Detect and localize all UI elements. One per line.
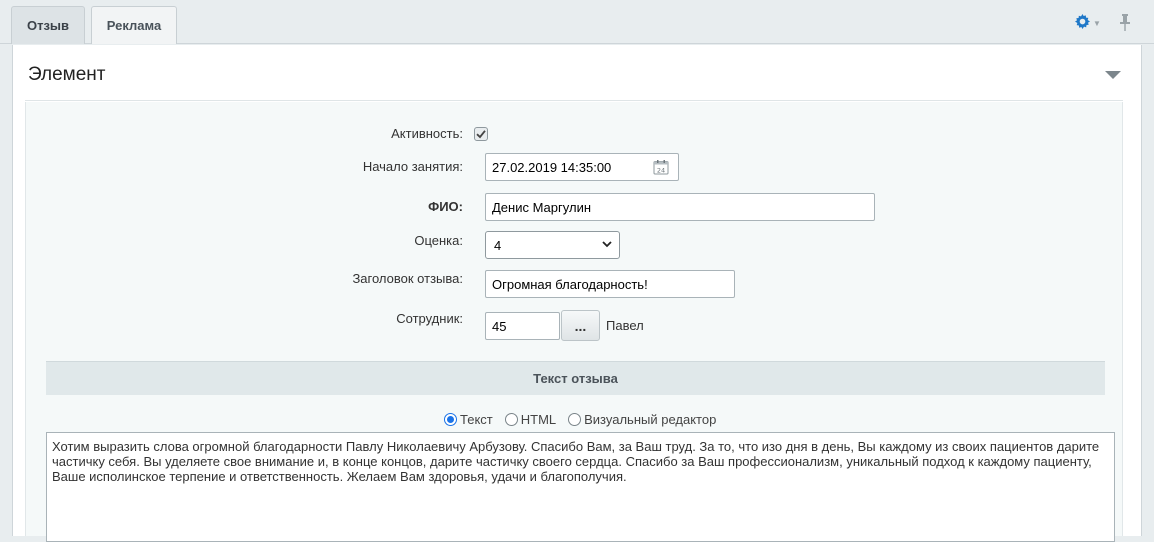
mode-visual-option[interactable]: Визуальный редактор — [568, 412, 716, 427]
tab-review[interactable]: Отзыв — [11, 6, 85, 44]
svg-text:24: 24 — [657, 167, 665, 175]
calendar-icon[interactable]: 24 — [653, 159, 669, 175]
check-icon — [476, 130, 486, 139]
employee-name: Павел — [606, 318, 644, 333]
active-label: Активность: — [391, 126, 463, 141]
title-label: Заголовок отзыва: — [352, 271, 463, 286]
fio-value: Денис Маргулин — [492, 200, 592, 215]
title-value: Огромная благодарность! — [492, 277, 648, 292]
chevron-down-icon — [601, 238, 613, 250]
mode-text-label: Текст — [460, 411, 493, 427]
mode-text-option[interactable]: Текст — [444, 412, 493, 427]
gear-icon — [1075, 14, 1090, 32]
tabs-bar: Отзыв Реклама ▼ — [0, 0, 1154, 44]
employee-id-input[interactable]: 45 — [485, 312, 560, 340]
fio-label: ФИО: — [428, 199, 463, 214]
panel-header: Элемент — [25, 57, 1123, 101]
editor-mode-group: Текст HTML Визуальный редактор — [444, 410, 728, 428]
mode-visual-radio[interactable] — [568, 412, 582, 426]
form-area: Активность: Начало занятия: 27.02.2019 1… — [25, 102, 1123, 542]
fio-input[interactable]: Денис Маргулин — [485, 193, 875, 221]
employee-select-button[interactable]: ... — [561, 310, 600, 341]
rating-label: Оценка: — [414, 233, 463, 248]
mode-html-radio[interactable] — [504, 412, 518, 426]
chevron-down-icon: ▼ — [1093, 18, 1101, 28]
rating-value: 4 — [494, 238, 502, 253]
start-date-value: 27.02.2019 14:35:00 — [492, 160, 612, 175]
mode-visual-label: Визуальный редактор — [584, 411, 717, 427]
element-panel: Элемент Активность: Начало занятия: 27.0… — [12, 45, 1142, 542]
active-checkbox[interactable] — [474, 127, 488, 141]
start-date-input[interactable]: 27.02.2019 14:35:00 24 — [485, 153, 679, 181]
title-input[interactable]: Огромная благодарность! — [485, 270, 735, 298]
mode-text-radio[interactable] — [444, 412, 457, 426]
mode-html-option[interactable]: HTML — [504, 411, 557, 427]
employee-label: Сотрудник: — [396, 311, 463, 326]
pin-icon[interactable] — [1117, 13, 1133, 33]
employee-id-value: 45 — [492, 319, 507, 334]
rating-select[interactable]: 4 — [485, 231, 620, 259]
settings-button[interactable]: ▼ — [1075, 14, 1103, 32]
tab-ads[interactable]: Реклама — [91, 6, 177, 44]
mode-html-label: HTML — [520, 411, 557, 427]
review-text-section-header: Текст отзыва — [46, 361, 1105, 395]
collapse-icon[interactable] — [1105, 71, 1121, 79]
panel-title: Элемент — [28, 64, 106, 85]
review-textarea[interactable]: Хотим выразить слова огромной благодарно… — [46, 432, 1115, 542]
start-label: Начало занятия: — [362, 159, 463, 174]
